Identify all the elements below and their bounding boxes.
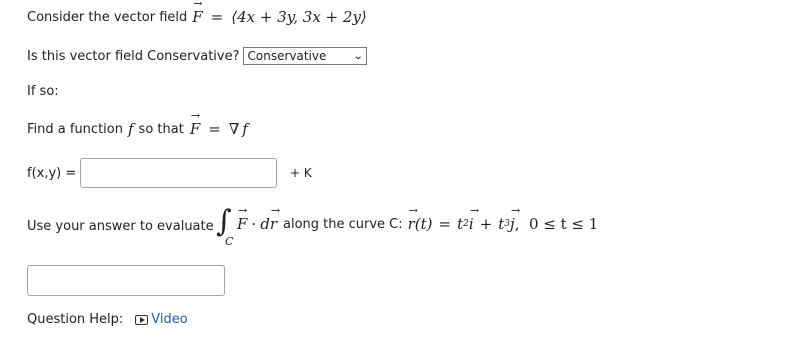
fxy-label: f(x,y) = (27, 166, 77, 181)
conservative-question: Is this vector field Conservative? Conse… (27, 47, 367, 65)
chevron-down-icon: ⌄ (352, 50, 364, 62)
conservative-label: Is this vector field Conservative? (27, 48, 240, 64)
differential-d: d (260, 215, 270, 233)
dot-operator: · (251, 215, 257, 233)
curve-r-of-t: r(t) (408, 204, 433, 233)
vector-F: F (190, 109, 201, 138)
integral-answer-input[interactable] (27, 265, 225, 296)
select-value: Conservative (247, 49, 327, 63)
gradient-symbol: ∇ (228, 120, 240, 138)
question-help-label: Question Help: (27, 312, 124, 327)
evaluate-prefix: Use your answer to evaluate (27, 219, 214, 234)
vector-field-statement: Consider the vector field F = ⟨4x + 3y, … (27, 0, 367, 26)
function-f: f (127, 120, 134, 138)
integrand-and-curve: F · d r along the curve C: r(t) = t2i + … (237, 204, 599, 233)
integral-sign: ∫ (216, 204, 232, 239)
equals-sign: = (438, 215, 452, 233)
play-icon (135, 314, 149, 325)
vector-r: r (270, 204, 280, 233)
vector-field-expression: ⟨4x + 3y, 3x + 2y⟩ (231, 8, 367, 26)
unit-vector-j: j (510, 204, 520, 233)
if-so-label: If so: (27, 84, 59, 99)
equals-sign: = (210, 8, 224, 26)
along-curve-text: along the curve C: (282, 216, 403, 232)
vector-F: F (237, 204, 248, 233)
unit-vector-i: i (469, 204, 479, 233)
video-link-label: Video (151, 312, 188, 327)
so-that-text: so that (138, 121, 184, 137)
plus-k-label: + K (290, 166, 312, 180)
find-prefix: Find a function (27, 121, 123, 137)
question-help: Question Help: Video (27, 312, 188, 327)
line-integral: ∫ C (216, 204, 233, 249)
statement-prefix: Consider the vector field (27, 9, 188, 25)
equals-sign: = (208, 120, 221, 138)
function-input[interactable] (80, 158, 277, 188)
plus-sign: + (479, 215, 493, 233)
integral-subscript-C: C (225, 235, 234, 248)
find-function-statement: Find a function f so that F = ∇ f (27, 109, 248, 138)
gradient-f: f (242, 120, 248, 138)
video-link[interactable]: Video (135, 312, 188, 327)
parameter-range: , 0 ≤ t ≤ 1 (514, 215, 599, 233)
vector-F: F (192, 0, 203, 26)
conservative-select[interactable]: Conservative ⌄ (242, 47, 367, 65)
